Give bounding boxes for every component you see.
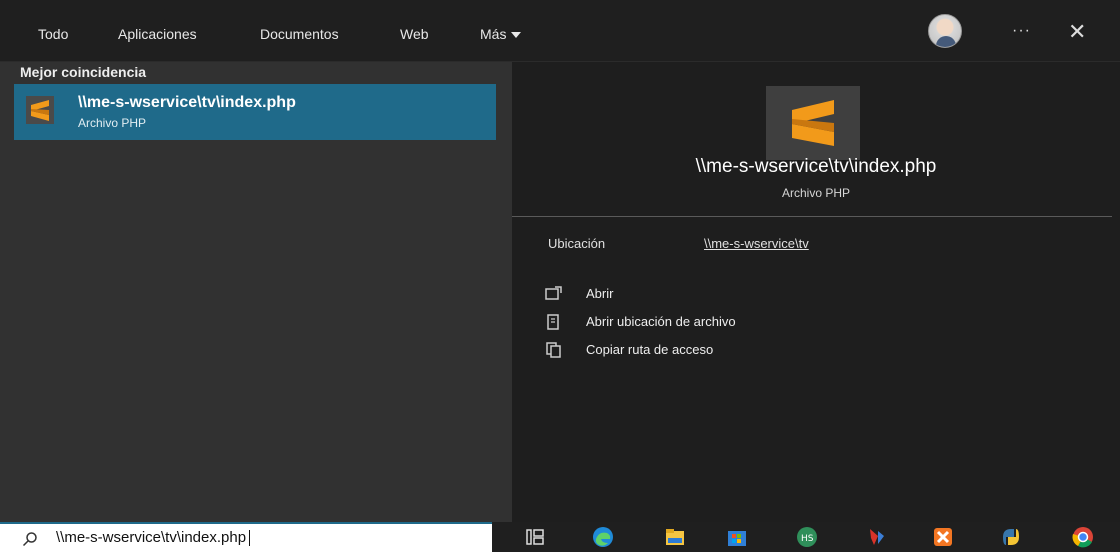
detail-panel: \\me-s-wservice\tv\index.php Archivo PHP… [512, 62, 1120, 522]
chrome-icon[interactable] [1072, 526, 1094, 548]
results-panel: Mejor coincidencia \\me-s-wservice\tv\in… [0, 62, 512, 522]
file-location-icon [544, 312, 564, 332]
search-input[interactable]: \\me-s-wservice\tv\index.php [56, 529, 251, 547]
copy-icon [544, 340, 564, 360]
detail-title: \\me-s-wservice\tv\index.php [695, 156, 937, 177]
open-file-location-label: Abrir ubicación de archivo [586, 314, 736, 329]
sublime-text-icon [26, 96, 54, 124]
tab-documentos[interactable]: Documentos [260, 26, 339, 42]
svg-text:HS: HS [801, 534, 814, 544]
sublime-text-icon [766, 86, 860, 160]
file-explorer-icon[interactable] [664, 526, 686, 548]
edge-icon[interactable] [592, 526, 614, 548]
copy-path-label: Copiar ruta de acceso [586, 342, 714, 357]
xampp-icon[interactable] [932, 526, 954, 548]
open-icon [544, 284, 564, 304]
python-icon[interactable] [1000, 526, 1022, 548]
best-match-result[interactable]: \\me-s-wservice\tv\index.php Archivo PHP [14, 84, 496, 140]
result-subtitle: Archivo PHP [78, 116, 147, 130]
location-label: Ubicación [548, 236, 606, 251]
best-match-heading: Mejor coincidencia [20, 64, 147, 80]
open-action-label: Abrir [586, 286, 614, 301]
task-view-icon[interactable] [524, 526, 546, 548]
search-icon [22, 531, 38, 547]
result-title: \\me-s-wservice\tv\index.php [78, 94, 296, 111]
more-options-button[interactable]: ··· [1012, 22, 1031, 40]
app-icon[interactable] [866, 526, 888, 548]
hubspot-icon[interactable]: HS [796, 526, 818, 548]
detail-subtitle: Archivo PHP [781, 186, 851, 200]
chevron-down-icon [511, 32, 522, 39]
search-filter-bar: Todo Aplicaciones Documentos Web Más ···… [0, 0, 1120, 62]
divider [512, 216, 1112, 217]
search-box[interactable]: \\me-s-wservice\tv\index.php [0, 522, 492, 552]
tab-mas[interactable]: Más [480, 26, 522, 42]
tab-aplicaciones[interactable]: Aplicaciones [118, 26, 197, 42]
text-cursor [249, 530, 251, 547]
taskbar: HS [492, 522, 1120, 552]
tab-mas-label: Más [480, 26, 507, 42]
avatar[interactable] [928, 14, 962, 48]
tab-web[interactable]: Web [400, 26, 429, 42]
location-link[interactable]: \\me-s-wservice\tv [704, 236, 809, 251]
close-button[interactable]: ✕ [1068, 19, 1086, 45]
search-input-value: \\me-s-wservice\tv\index.php [56, 529, 247, 546]
store-icon[interactable] [726, 526, 748, 548]
tab-todo[interactable]: Todo [38, 26, 68, 42]
